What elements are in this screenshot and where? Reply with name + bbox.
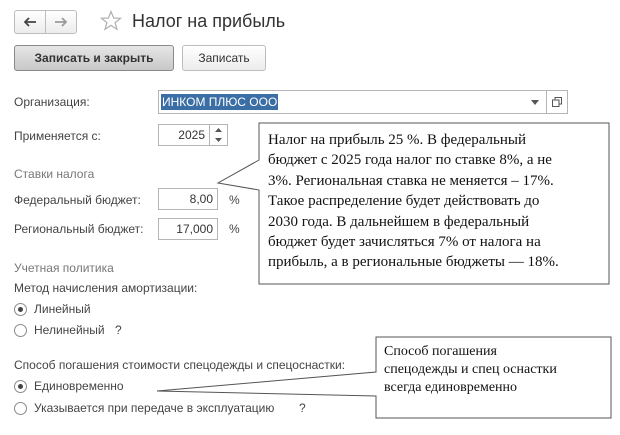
callout-line: Способ погашения	[384, 344, 497, 359]
workwear-callout-text: Способ погашения спецодежды и спец оснас…	[384, 343, 612, 397]
callout-line: бюджет будет зачисляться 7% от налога на	[268, 234, 541, 251]
callout-line: 3%. Региональная ставка не меняется – 17…	[268, 172, 554, 189]
callout-line: всегда единовременно	[384, 380, 518, 395]
callout-line: Такое распределение будет действовать до	[268, 193, 540, 210]
callout-line: бюджет с 2025 года налог по ставке 8%, а…	[268, 152, 552, 169]
rates-callout-text: Налог на прибыль 25 %. В федеральный бюд…	[268, 130, 598, 273]
callout-line: прибыль, а в региональные бюджеты — 18%.	[268, 254, 559, 271]
callout-line: спецодежды и спец оснастки	[384, 362, 557, 377]
callout-line: Налог на прибыль 25 %. В федеральный	[268, 132, 527, 148]
callout-line: 2030 года. В дальнейшем в федеральный	[268, 213, 530, 230]
